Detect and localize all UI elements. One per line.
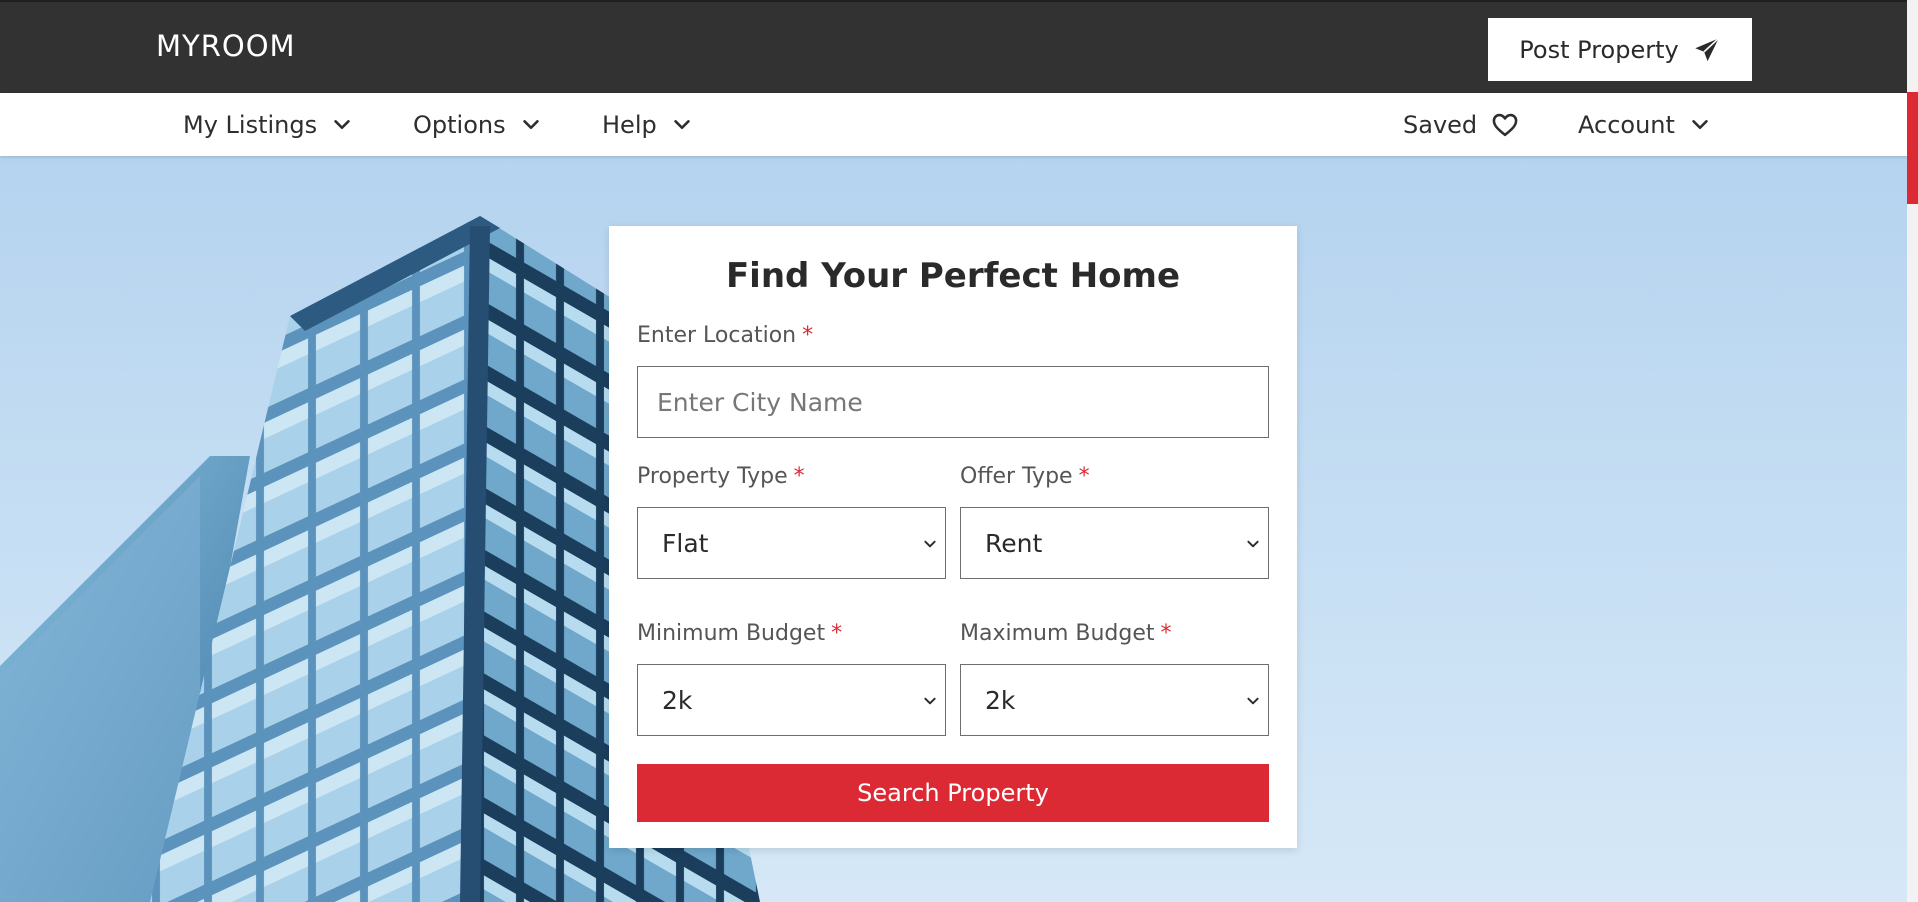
search-property-button[interactable]: Search Property: [637, 764, 1269, 822]
chevron-down-icon: [522, 119, 539, 129]
location-input[interactable]: [637, 366, 1269, 438]
chevron-down-icon: [924, 540, 936, 548]
nav-options[interactable]: Options: [413, 93, 542, 156]
min-budget-label-text: Minimum Budget: [637, 621, 826, 646]
chevron-down-icon: [924, 697, 936, 705]
chevron-down-icon: [334, 119, 350, 129]
nav-help-label: Help: [602, 110, 657, 139]
max-budget-label: Maximum Budget *: [960, 621, 1172, 646]
nav-options-label: Options: [413, 110, 506, 139]
brand-logo[interactable]: MYROOM: [156, 29, 296, 63]
page-scrollbar-thumb[interactable]: [1907, 92, 1918, 204]
property-type-value: Flat: [662, 528, 709, 558]
location-label: Enter Location *: [637, 323, 813, 348]
property-type-select[interactable]: Flat: [637, 507, 946, 579]
required-marker: *: [831, 621, 843, 646]
chevron-down-icon: [1247, 540, 1259, 548]
page-title: Find Your Perfect Home: [725, 256, 1181, 296]
required-marker: *: [1160, 621, 1172, 646]
offer-type-select[interactable]: Rent: [960, 507, 1269, 579]
chevron-down-icon: [674, 119, 690, 129]
max-budget-select[interactable]: 2k: [960, 664, 1269, 736]
min-budget-select[interactable]: 2k: [637, 664, 946, 736]
max-budget-value: 2k: [985, 685, 1016, 715]
post-property-label: Post Property: [1519, 35, 1679, 64]
nav-account-label: Account: [1578, 110, 1675, 139]
required-marker: *: [1078, 464, 1090, 489]
nav-saved[interactable]: Saved: [1403, 93, 1519, 156]
paper-plane-icon: [1695, 37, 1719, 61]
nav-saved-label: Saved: [1403, 110, 1478, 139]
property-type-label-text: Property Type: [637, 464, 788, 489]
property-type-label: Property Type *: [637, 464, 805, 489]
chevron-down-icon: [1247, 697, 1259, 705]
min-budget-label: Minimum Budget *: [637, 621, 842, 646]
nav-my-listings-label: My Listings: [183, 110, 318, 139]
nav-bar: My Listings Options Help Saved Account: [0, 93, 1918, 156]
max-budget-label-text: Maximum Budget: [960, 621, 1155, 646]
nav-help[interactable]: Help: [602, 93, 693, 156]
required-marker: *: [793, 464, 805, 489]
top-bar: MYROOM Post Property: [0, 0, 1918, 93]
post-property-button[interactable]: Post Property: [1488, 18, 1752, 81]
nav-account[interactable]: Account: [1578, 93, 1711, 156]
offer-type-value: Rent: [985, 528, 1043, 558]
nav-my-listings[interactable]: My Listings: [183, 93, 353, 156]
offer-type-label-text: Offer Type: [960, 464, 1073, 489]
search-card: Find Your Perfect Home Enter Location* P…: [609, 226, 1297, 848]
offer-type-label: Offer Type *: [960, 464, 1090, 489]
required-marker: *: [802, 323, 814, 348]
heart-icon: [1492, 113, 1518, 136]
location-label-text: Enter Location: [637, 323, 797, 348]
chevron-down-icon: [1692, 119, 1708, 129]
min-budget-value: 2k: [662, 685, 693, 715]
